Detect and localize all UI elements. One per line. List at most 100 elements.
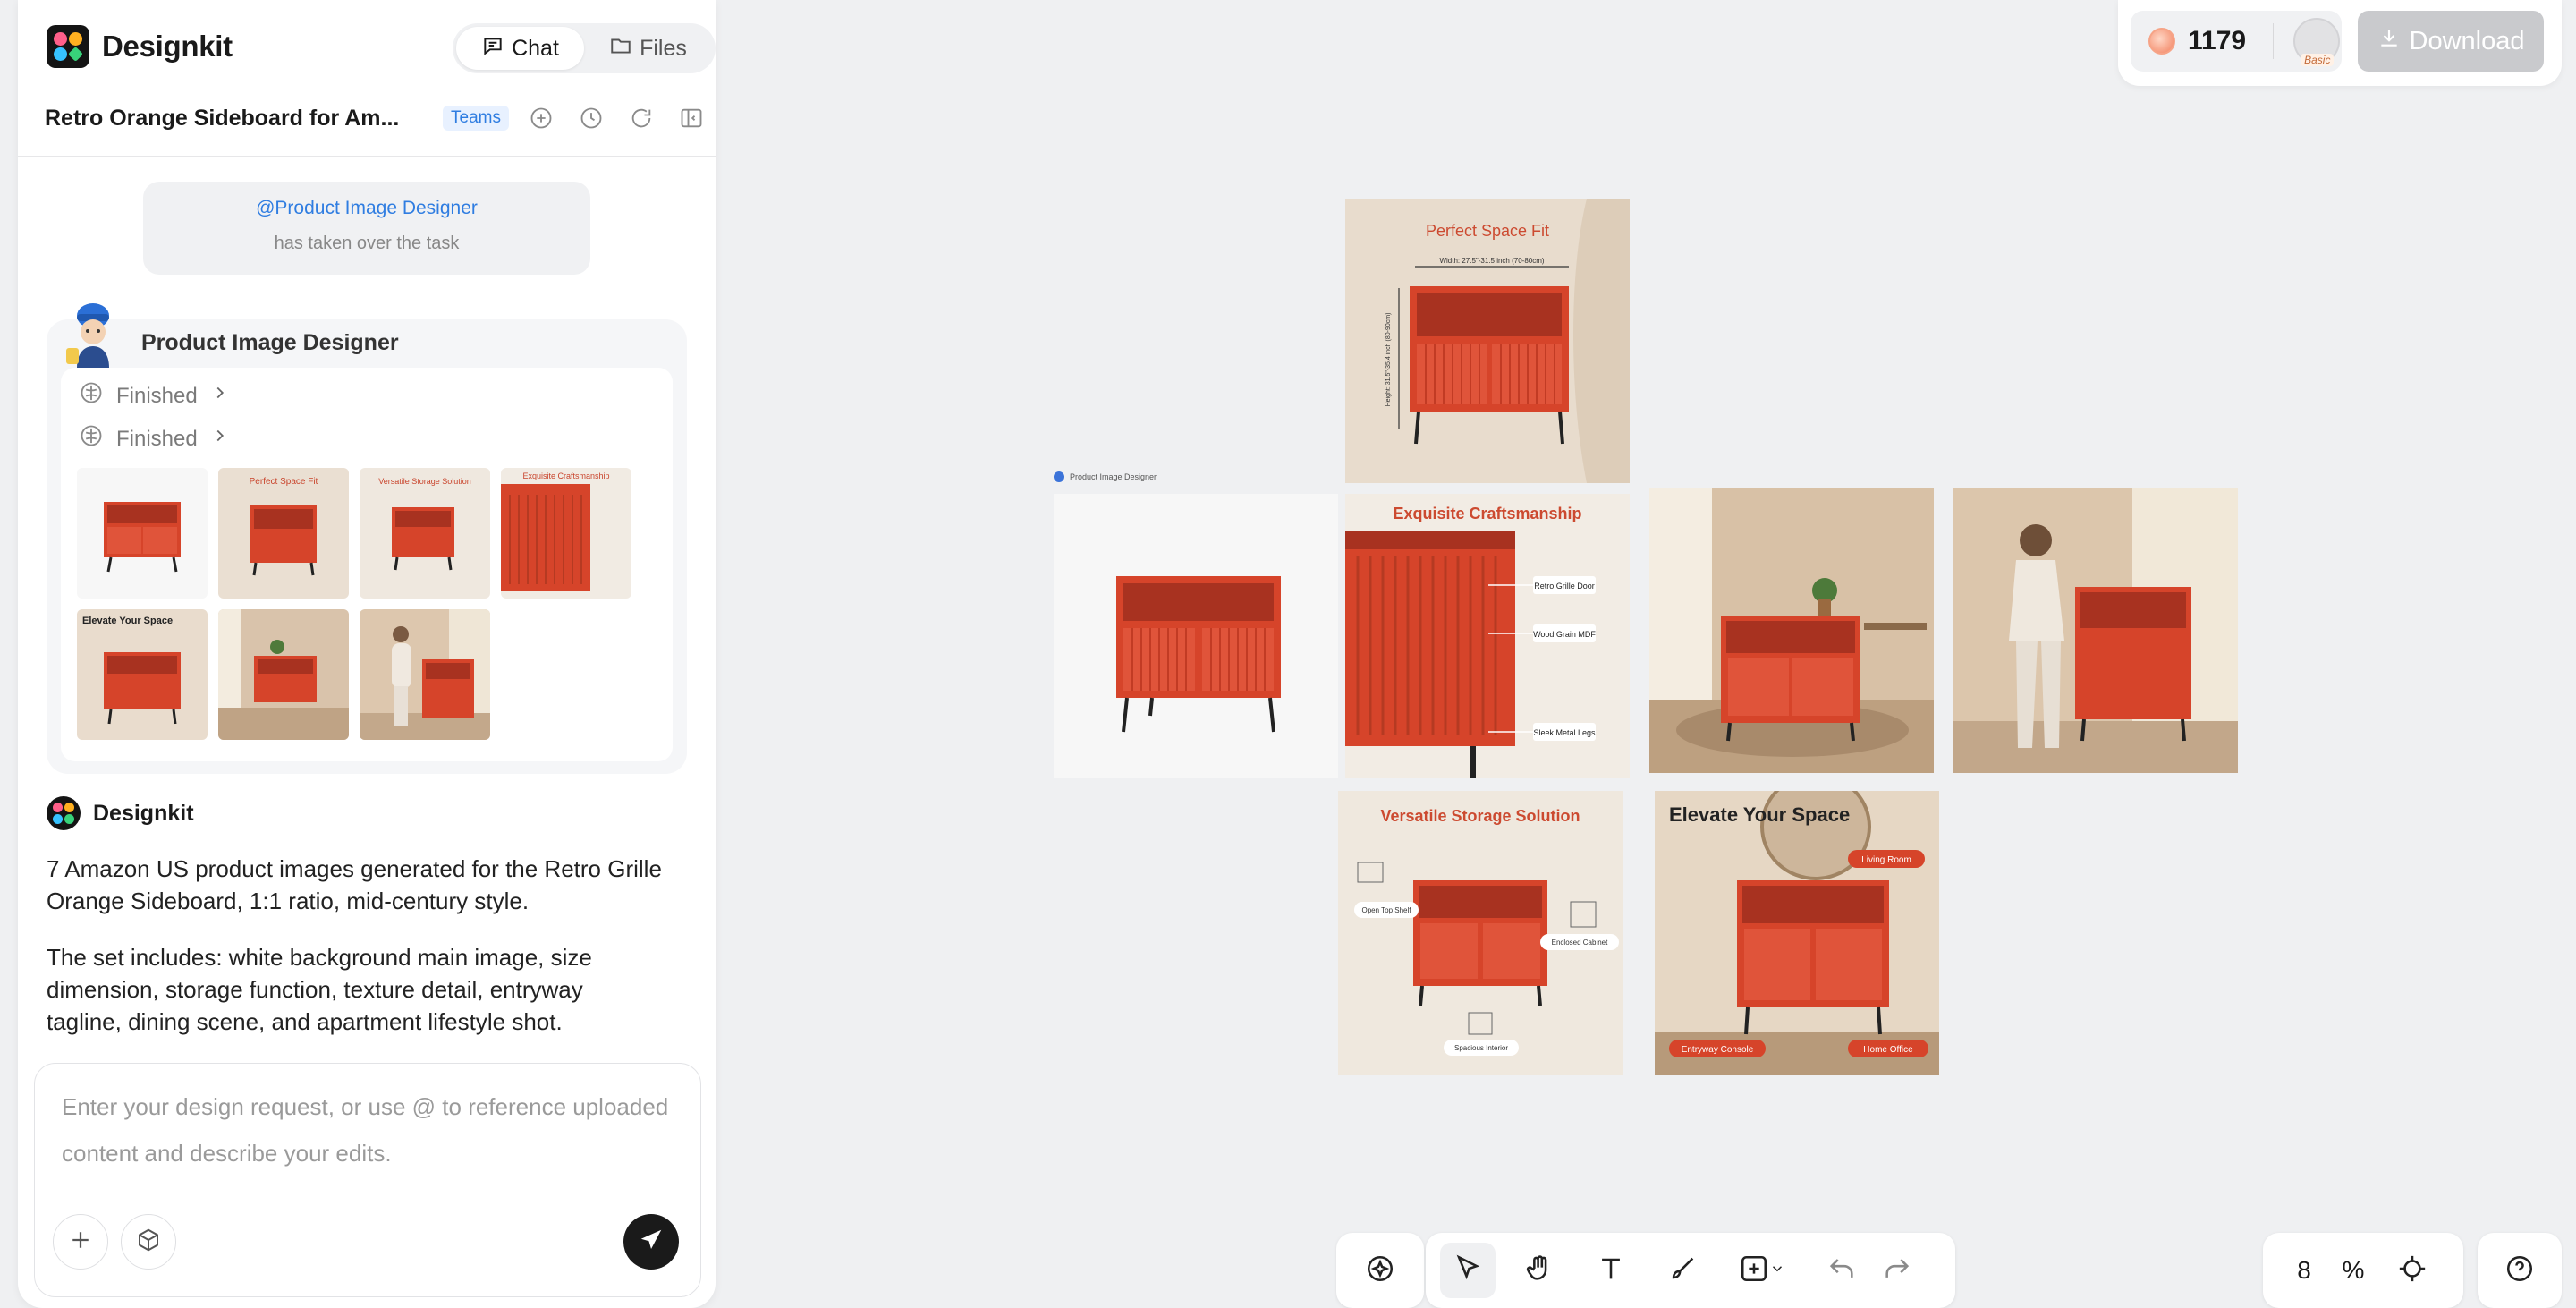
tab-files[interactable]: Files xyxy=(584,27,712,70)
takeover-notice: @Product Image Designer has taken over t… xyxy=(143,182,590,275)
prompt-input[interactable] xyxy=(62,1083,679,1191)
cursor-icon xyxy=(1453,1253,1483,1288)
step-label: Finished xyxy=(116,383,198,408)
canvas-image-size[interactable]: Perfect Space Fit Width: 27.5"-31.5 inch… xyxy=(1345,199,1630,483)
assistant-header: Designkit xyxy=(47,796,194,830)
tab-files-label: Files xyxy=(640,35,687,61)
image-title: Exquisite Craftsmanship xyxy=(1393,505,1581,522)
teams-badge: Teams xyxy=(443,106,509,131)
add-box-icon xyxy=(1739,1253,1769,1288)
canvas-image-elevate[interactable]: Elevate Your Space Living Room Entryway … xyxy=(1655,791,1939,1075)
thumbnail-room[interactable] xyxy=(218,609,349,740)
plan-badge: Basic xyxy=(2301,54,2334,66)
canvas-image-woman[interactable] xyxy=(1953,488,2238,773)
task-title[interactable]: Retro Orange Sideboard for Am... xyxy=(45,106,416,132)
tools-toolbar xyxy=(1426,1233,1955,1308)
thumb-caption: Exquisite Craftsmanship xyxy=(522,471,609,480)
help-button[interactable] xyxy=(2492,1243,2547,1298)
history-button[interactable] xyxy=(576,103,606,133)
app-name: Designkit xyxy=(102,30,233,63)
ai-assist-toolbar xyxy=(1336,1233,1424,1308)
callout: Enclosed Cabinet xyxy=(1552,939,1608,947)
undo-button[interactable] xyxy=(1814,1243,1869,1298)
undo-icon xyxy=(1826,1253,1857,1288)
redo-button[interactable] xyxy=(1869,1243,1925,1298)
width-note: Width: 27.5"-31.5 inch (70-80cm) xyxy=(1439,257,1544,265)
sparkle-pin-icon xyxy=(1365,1253,1395,1288)
image-title: Elevate Your Space xyxy=(1669,803,1850,826)
download-icon xyxy=(2377,26,2401,56)
tool-icon xyxy=(79,380,104,412)
image-title: Versatile Storage Solution xyxy=(1380,807,1580,825)
fit-to-screen-button[interactable] xyxy=(2385,1243,2440,1298)
thumbnail-craft[interactable]: Exquisite Craftsmanship xyxy=(501,468,631,599)
account-bar: 1179 Basic Download xyxy=(2118,0,2562,86)
new-task-button[interactable] xyxy=(526,103,556,133)
add-attachment-button[interactable] xyxy=(53,1214,108,1270)
agent-output: Finished Finished Perfect Space Fit Vers… xyxy=(61,368,673,761)
zoom-controls: 8 % xyxy=(2263,1233,2463,1308)
step-item[interactable]: Finished xyxy=(79,423,230,454)
collapse-panel-button[interactable] xyxy=(676,103,707,133)
thumbnail-woman[interactable] xyxy=(360,609,490,740)
designkit-avatar xyxy=(47,796,80,830)
tab-chat[interactable]: Chat xyxy=(456,27,584,70)
send-button[interactable] xyxy=(623,1214,679,1270)
canvas-image-room[interactable] xyxy=(1649,488,1934,773)
canvas-image-white-bg[interactable] xyxy=(1054,494,1338,778)
thumbnail-size[interactable]: Perfect Space Fit xyxy=(218,468,349,599)
image-title: Perfect Space Fit xyxy=(1426,222,1549,240)
canvas-group-label[interactable]: Product Image Designer xyxy=(1054,471,1157,482)
agent-avatar xyxy=(66,303,109,368)
help-toolbar xyxy=(2478,1233,2562,1308)
model-button[interactable] xyxy=(121,1214,176,1270)
credits-box[interactable]: 1179 Basic xyxy=(2131,11,2342,72)
takeover-text: has taken over the task xyxy=(274,234,460,253)
callout: Entryway Console xyxy=(1682,1045,1754,1055)
agent-card: Product Image Designer Finished Finished… xyxy=(47,303,687,774)
chevron-right-icon xyxy=(210,426,230,452)
step-item[interactable]: Finished xyxy=(79,380,230,412)
callout: Spacious Interior xyxy=(1454,1044,1508,1052)
canvas-group-name: Product Image Designer xyxy=(1070,472,1157,481)
task-header: Retro Orange Sideboard for Am... Teams xyxy=(45,100,707,136)
hand-tool[interactable] xyxy=(1512,1243,1567,1298)
text-icon xyxy=(1596,1253,1626,1288)
canvas-image-storage[interactable]: Versatile Storage Solution Open Top Shel… xyxy=(1338,791,1623,1075)
select-tool[interactable] xyxy=(1440,1243,1496,1298)
download-label: Download xyxy=(2409,26,2525,55)
brush-tool[interactable] xyxy=(1655,1243,1710,1298)
thumb-caption: Versatile Storage Solution xyxy=(378,477,471,486)
zoom-level[interactable]: 8 xyxy=(2286,1256,2322,1285)
download-button[interactable]: Download xyxy=(2358,11,2544,72)
cube-icon xyxy=(135,1227,162,1258)
zoom-unit: % xyxy=(2342,1256,2365,1284)
thumbnail-elevate[interactable]: Elevate Your Space xyxy=(77,609,208,740)
ai-magic-button[interactable] xyxy=(1352,1243,1408,1298)
callout: Wood Grain MDF xyxy=(1533,630,1596,639)
avatar[interactable]: Basic xyxy=(2293,18,2341,66)
thumb-caption: Elevate Your Space xyxy=(82,616,173,626)
folder-icon xyxy=(609,34,632,64)
canvas-image-craft[interactable]: Exquisite Craftsmanship Retro Grille Doo… xyxy=(1345,494,1630,778)
thumbnail-storage[interactable]: Versatile Storage Solution xyxy=(360,468,490,599)
plus-icon xyxy=(67,1227,94,1258)
hand-icon xyxy=(1524,1253,1555,1288)
brand[interactable]: Designkit xyxy=(47,25,233,68)
question-icon xyxy=(2504,1253,2535,1288)
assistant-message: 7 Amazon US product images generated for… xyxy=(47,855,662,914)
chat-scroll-area[interactable]: @Product Image Designer has taken over t… xyxy=(18,157,716,1060)
agent-name: Product Image Designer xyxy=(141,330,399,355)
designkit-logo xyxy=(47,25,89,68)
text-tool[interactable] xyxy=(1583,1243,1639,1298)
step-label: Finished xyxy=(116,426,198,451)
insert-tool[interactable] xyxy=(1726,1243,1798,1298)
callout: Open Top Shelf xyxy=(1361,906,1411,914)
refresh-button[interactable] xyxy=(626,103,657,133)
tab-chat-label: Chat xyxy=(512,35,559,61)
takeover-agent[interactable]: @Product Image Designer xyxy=(143,198,590,219)
thumbnail-white-bg[interactable] xyxy=(77,468,208,599)
assistant-name: Designkit xyxy=(93,800,194,826)
credit-count: 1179 xyxy=(2188,26,2247,55)
credit-divider xyxy=(2273,23,2275,59)
